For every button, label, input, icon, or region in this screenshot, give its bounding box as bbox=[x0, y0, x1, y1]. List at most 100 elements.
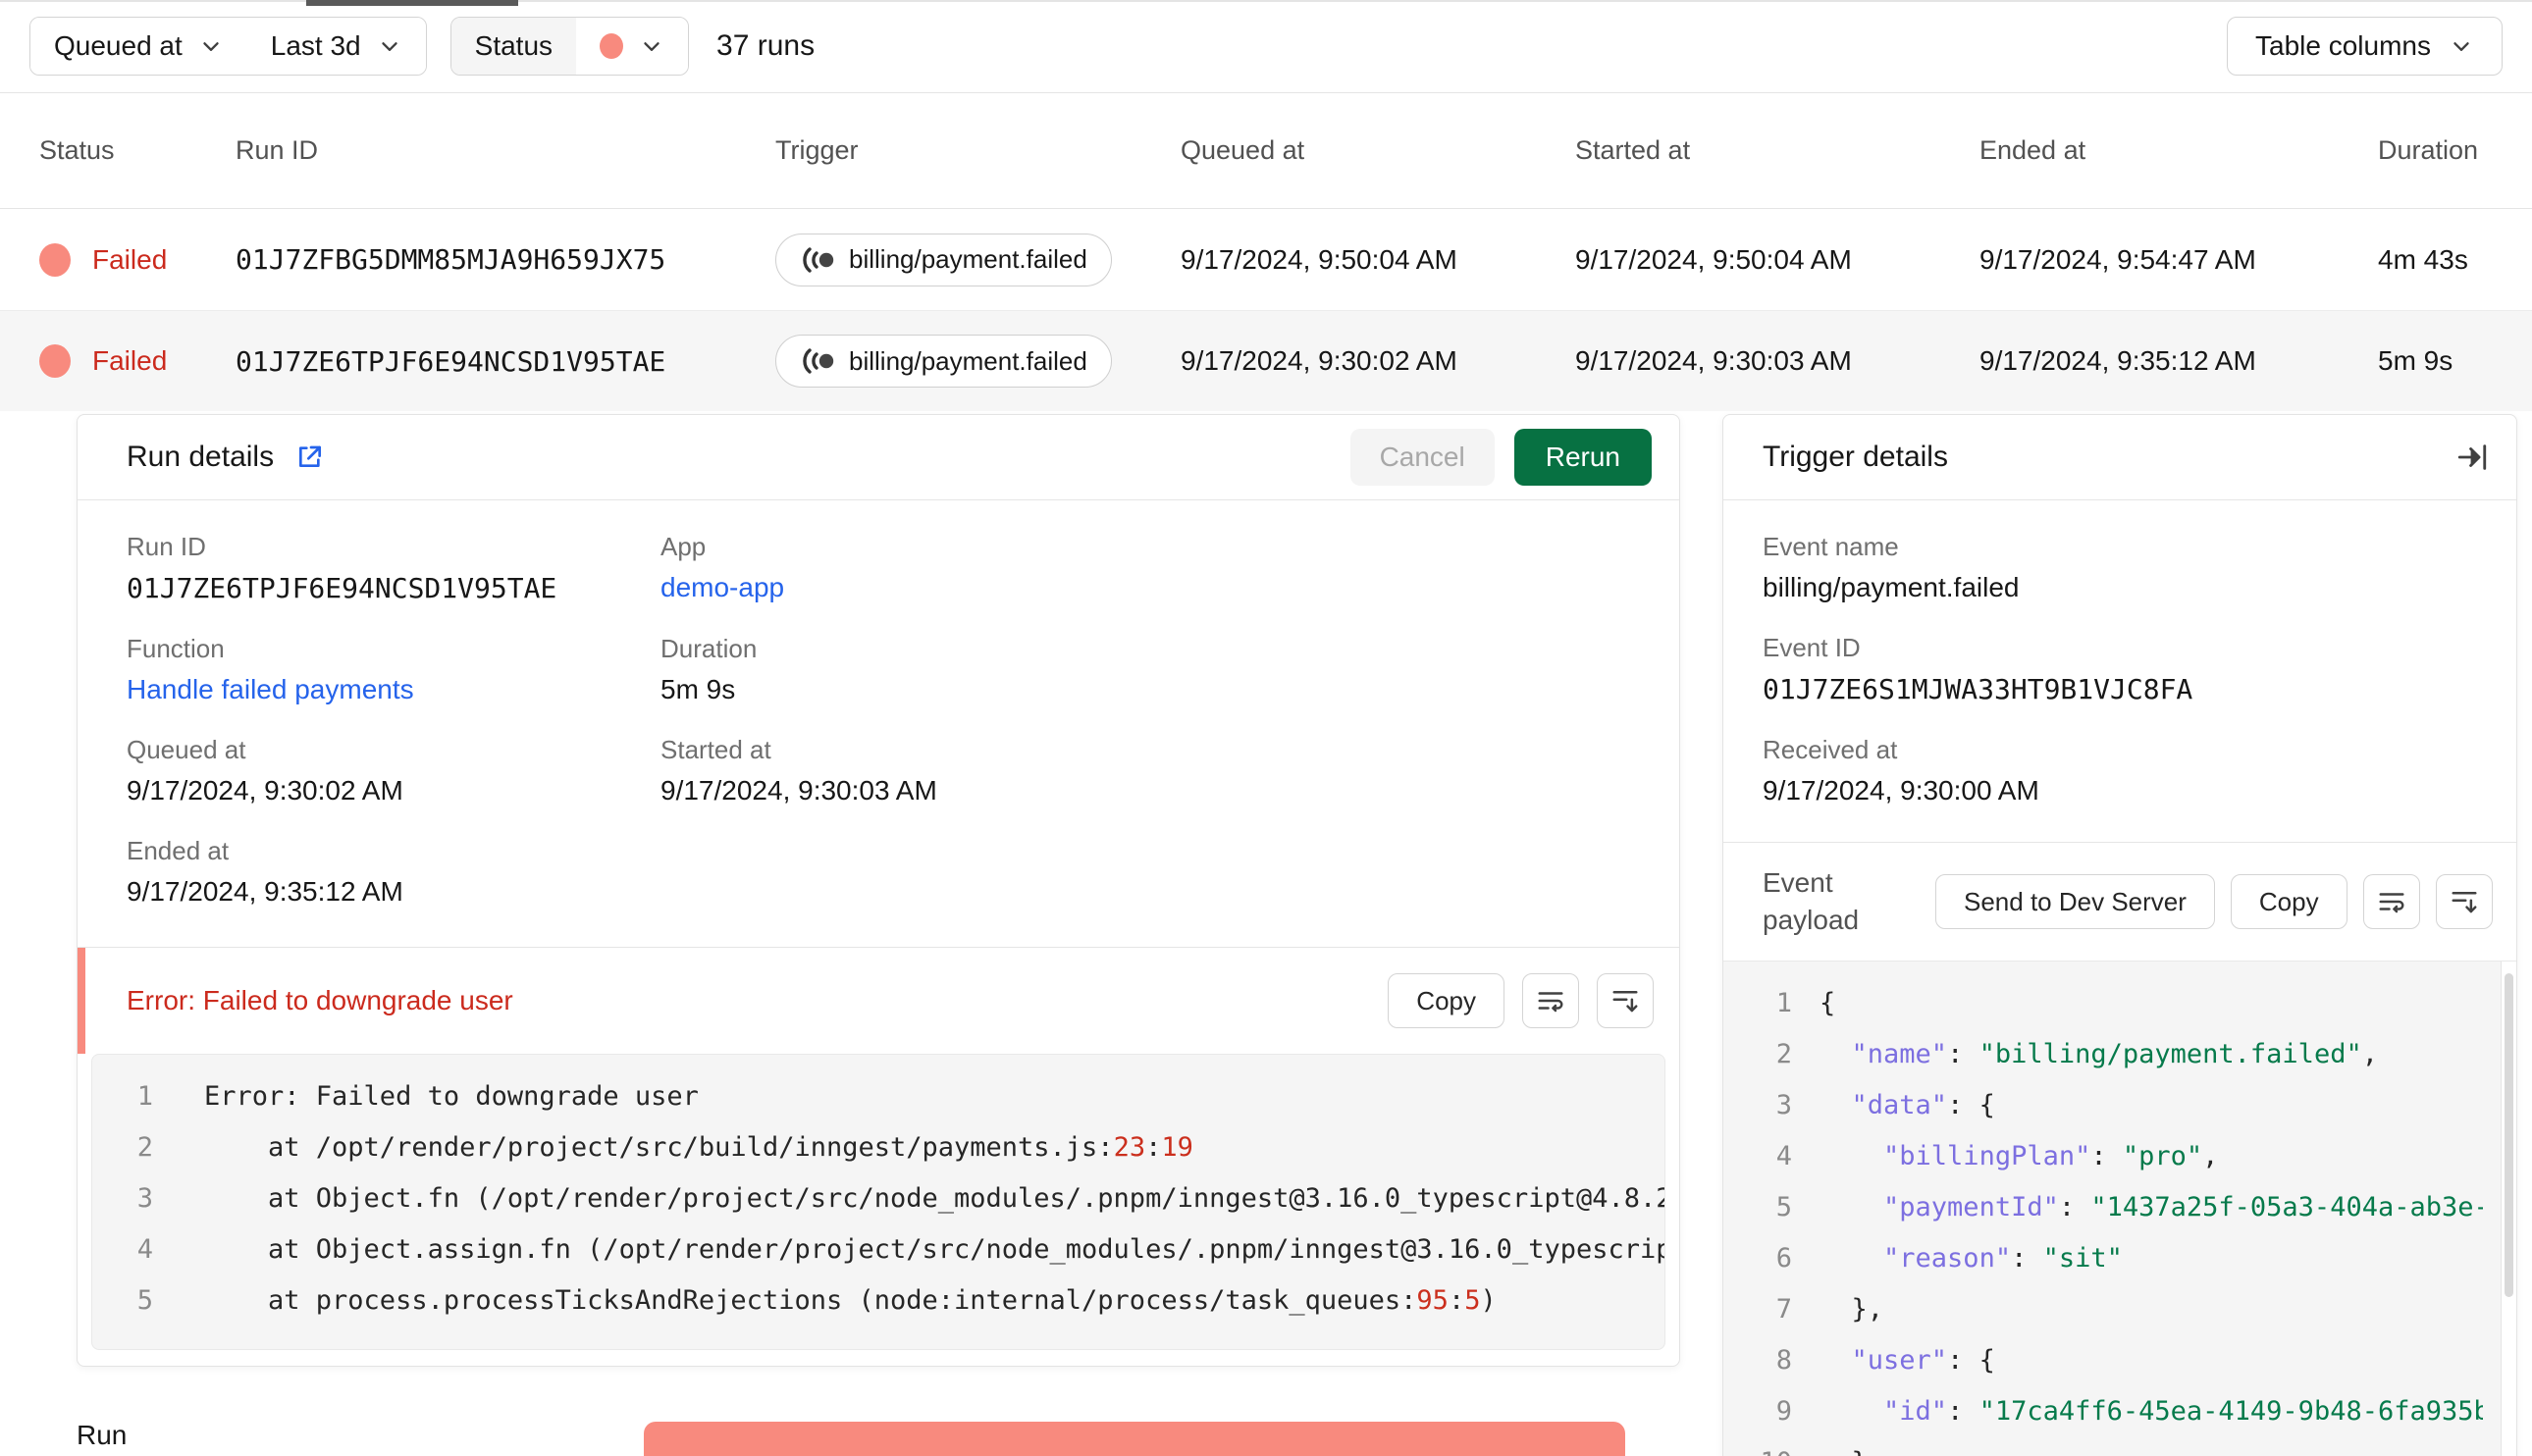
code-text: "user": { bbox=[1851, 1344, 1995, 1376]
field-label: Function bbox=[127, 634, 225, 663]
field-function: Function Handle failed payments bbox=[127, 634, 660, 705]
ended-at-cell: 9/17/2024, 9:54:47 AM bbox=[1979, 243, 2256, 275]
status-filter-value-button[interactable] bbox=[576, 18, 689, 75]
code-line: 2 at /opt/render/project/src/build/innge… bbox=[92, 1121, 1664, 1172]
runs-count: 37 runs bbox=[716, 29, 816, 62]
field-started-at: Started at 9/17/2024, 9:30:03 AM bbox=[660, 735, 1630, 806]
field-value-event-id: 01J7ZE6S1MJWA33HT9B1VJC8FA bbox=[1763, 673, 2193, 705]
failed-status-dot bbox=[39, 344, 71, 378]
timeline-run-label: Run bbox=[77, 1420, 128, 1450]
event-payload-header: Event payload Send to Dev Server Copy bbox=[1723, 843, 2516, 961]
wrap-text-icon bbox=[2379, 893, 2404, 913]
copy-payload-button[interactable]: Copy bbox=[2230, 874, 2347, 929]
event-trigger-pill[interactable]: billing/payment.failed bbox=[775, 335, 1112, 388]
column-header-trigger: Trigger bbox=[775, 135, 859, 165]
trigger-details-header: Trigger details bbox=[1723, 415, 2516, 500]
line-number: 1 bbox=[136, 1080, 153, 1112]
code-text: "data": { bbox=[1851, 1089, 1995, 1120]
status-cell: Failed bbox=[39, 344, 236, 378]
field-queued-at: Queued at 9/17/2024, 9:30:02 AM bbox=[127, 735, 660, 806]
line-number: 10 bbox=[1723, 1447, 1792, 1456]
field-duration: Duration 5m 9s bbox=[660, 634, 1630, 705]
scroll-to-bottom-icon bbox=[2452, 892, 2477, 913]
code-text: at /opt/render/project/src/build/inngest… bbox=[204, 1131, 1193, 1163]
top-scroll-indicator bbox=[306, 0, 518, 6]
filter-toolbar: Queued at Last 3d Status 37 runs Table c… bbox=[0, 0, 2532, 93]
table-row[interactable]: Failed 01J7ZFBG5DMM85MJA9H659JX75 billin… bbox=[0, 209, 2532, 310]
error-header: Error: Failed to downgrade user Copy bbox=[78, 947, 1679, 1054]
duration-cell: 4m 43s bbox=[2378, 243, 2468, 275]
line-number: 1 bbox=[1775, 987, 1792, 1018]
code-text: "id": "17ca4ff6-45ea-4149-9b48-6fa935b83… bbox=[1883, 1395, 2483, 1427]
event-trigger-label: billing/payment.failed bbox=[849, 244, 1087, 274]
timeline-run-bar[interactable] bbox=[644, 1422, 1625, 1456]
line-number: 2 bbox=[1775, 1038, 1792, 1069]
queued-at-filter-button[interactable]: Queued at bbox=[30, 18, 247, 75]
failed-status-dot bbox=[39, 242, 71, 277]
column-header-started-at: Started at bbox=[1575, 135, 1691, 165]
send-to-dev-server-button[interactable]: Send to Dev Server bbox=[1935, 874, 2215, 929]
table-columns-button[interactable]: Table columns bbox=[2227, 17, 2503, 76]
event-payload-lines: 1{2 "name": "billing/payment.failed", 3 "… bbox=[1723, 977, 2483, 1456]
chevron-down-icon bbox=[644, 42, 659, 51]
code-text: { bbox=[1820, 987, 1836, 1018]
started-at-cell: 9/17/2024, 9:50:04 AM bbox=[1575, 243, 1852, 275]
duration-cell: 5m 9s bbox=[2378, 345, 2453, 376]
payload-scrollbar-thumb[interactable] bbox=[2505, 973, 2513, 1297]
rerun-button[interactable]: Rerun bbox=[1513, 429, 1652, 486]
table-row-selected[interactable]: Failed 01J7ZE6TPJF6E94NCSD1V95TAE billin… bbox=[0, 310, 2532, 411]
collapse-panel-right-icon[interactable] bbox=[2455, 441, 2489, 474]
runs-table: Status Run ID Trigger Queued at Started … bbox=[0, 93, 2532, 411]
time-range-filter-button[interactable]: Last 3d bbox=[246, 18, 426, 75]
app-link[interactable]: demo-app bbox=[660, 572, 1630, 603]
field-label: Received at bbox=[1763, 735, 1898, 764]
code-line: 4 "billingPlan": "pro", bbox=[1723, 1130, 2483, 1181]
line-number: 4 bbox=[1775, 1140, 1792, 1171]
cancel-button[interactable]: Cancel bbox=[1349, 429, 1495, 486]
line-number: 2 bbox=[136, 1131, 153, 1163]
event-icon bbox=[803, 348, 834, 374]
scroll-to-bottom-button[interactable] bbox=[2435, 874, 2493, 929]
code-line: 2 "name": "billing/payment.failed", bbox=[1723, 1028, 2483, 1079]
event-trigger-label: billing/payment.failed bbox=[849, 345, 1087, 376]
queued-at-filter-label: Queued at bbox=[54, 30, 183, 61]
chevron-down-icon bbox=[381, 42, 397, 51]
event-payload-code: 1{2 "name": "billing/payment.failed", 3 "… bbox=[1723, 961, 2516, 1456]
run-details-panel: Run details Cancel Rerun Run ID 01J7ZE6T… bbox=[77, 414, 1680, 1367]
table-header-row: Status Run ID Trigger Queued at Started … bbox=[0, 93, 2532, 209]
field-label: Duration bbox=[660, 634, 758, 663]
field-value-event-name: billing/payment.failed bbox=[1763, 572, 2020, 602]
field-label: Event ID bbox=[1763, 633, 1861, 662]
chevron-down-icon bbox=[2453, 42, 2469, 51]
column-header-queued-at: Queued at bbox=[1181, 135, 1305, 165]
line-number: 3 bbox=[1775, 1089, 1792, 1120]
payload-scrollbar-track[interactable] bbox=[2501, 962, 2516, 1456]
field-label: Event name bbox=[1763, 532, 1899, 561]
code-line: 3 "data": { bbox=[1723, 1079, 2483, 1130]
code-line: 1{ bbox=[1723, 977, 2483, 1028]
field-value-received-at: 9/17/2024, 9:30:00 AM bbox=[1763, 775, 2039, 806]
started-at-cell: 9/17/2024, 9:30:03 AM bbox=[1575, 345, 1852, 376]
field-label: Started at bbox=[660, 735, 771, 764]
scroll-to-bottom-button[interactable] bbox=[1597, 973, 1654, 1028]
field-value-started-at: 9/17/2024, 9:30:03 AM bbox=[660, 775, 937, 806]
field-value-duration: 5m 9s bbox=[660, 674, 736, 704]
run-id-cell: 01J7ZE6TPJF6E94NCSD1V95TAE bbox=[236, 344, 666, 378]
error-stack-trace: 1 Error: Failed to downgrade user 2 at /op… bbox=[91, 1054, 1665, 1350]
wrap-text-icon bbox=[1538, 992, 1563, 1013]
function-link[interactable]: Handle failed payments bbox=[127, 674, 660, 705]
details-area: Run details Cancel Rerun Run ID 01J7ZE6T… bbox=[0, 411, 2532, 1456]
queued-at-cell: 9/17/2024, 9:30:02 AM bbox=[1181, 345, 1457, 376]
run-details-header: Run details Cancel Rerun bbox=[78, 415, 1679, 500]
event-trigger-pill[interactable]: billing/payment.failed bbox=[775, 233, 1112, 286]
external-link-icon[interactable] bbox=[293, 442, 325, 473]
status-cell: Failed bbox=[39, 242, 236, 277]
line-number: 9 bbox=[1775, 1395, 1792, 1427]
field-label: Run ID bbox=[127, 532, 206, 561]
wrap-text-button[interactable] bbox=[2362, 874, 2420, 929]
wrap-text-button[interactable] bbox=[1522, 973, 1579, 1028]
code-line: 5 at process.processTicksAndRejections (… bbox=[92, 1274, 1664, 1326]
code-line: 10 } bbox=[1723, 1436, 2483, 1456]
code-line: 6 "reason": "sit" bbox=[1723, 1232, 2483, 1283]
copy-error-button[interactable]: Copy bbox=[1388, 973, 1504, 1028]
